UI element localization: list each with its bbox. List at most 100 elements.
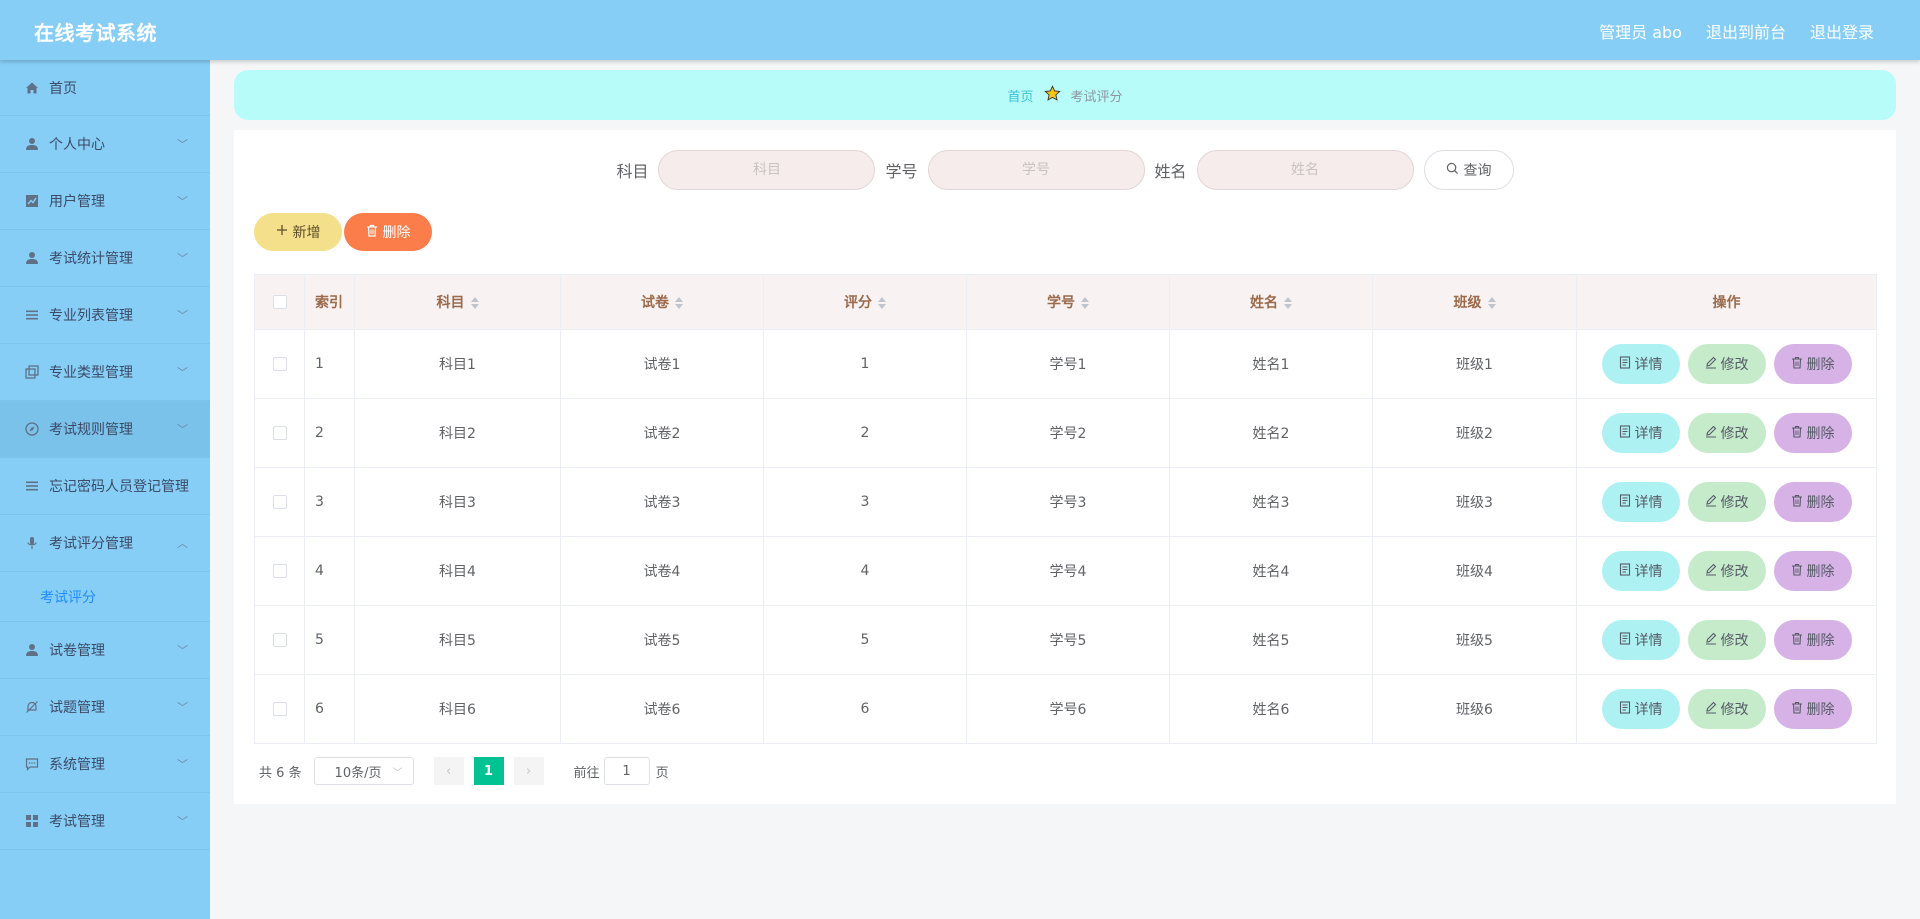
sidebar-item-major-type[interactable]: 专业类型管理 ﹀ [0,344,210,401]
goto-page-input[interactable] [603,757,650,785]
document-icon [1619,700,1631,718]
edit-button[interactable]: 修改 [1687,413,1766,453]
subject-label: 科目 [616,162,649,181]
breadcrumb-home[interactable]: 首页 [1007,86,1033,105]
list-icon [24,307,40,323]
edit-button-label: 修改 [1720,357,1749,373]
page-size-select[interactable]: 10条/页 ﹀ [313,757,414,785]
student-no-search-input[interactable] [927,150,1145,190]
name-search-input[interactable] [1196,150,1414,190]
delete-button[interactable]: 删除 [1773,413,1852,453]
search-button[interactable]: 查询 [1423,150,1514,190]
sidebar-item-label: 考试统计管理 [49,251,133,267]
cell-class: 班级1 [1372,329,1577,399]
delete-button[interactable]: 删除 [1773,620,1852,660]
sidebar-item-label: 考试管理 [49,814,105,830]
cell-student-no: 学号3 [966,467,1170,537]
sort-icon[interactable] [1284,297,1292,309]
edit-button[interactable]: 修改 [1687,620,1766,660]
sidebar-item-exam-rules[interactable]: 考试规则管理 ﹀ [0,401,210,458]
table-row: 2 科目2 试卷2 2 学号2 姓名2 班级2 详情 修改 删除 [254,398,1877,468]
column-header-subject[interactable]: 科目 [354,274,561,330]
edit-icon [1705,356,1717,373]
cell-ops: 详情 修改 删除 [1576,536,1877,606]
batch-delete-button[interactable]: 删除 [344,213,432,251]
logout-link[interactable]: 退出登录 [1810,19,1874,43]
cell-score: 5 [763,605,967,675]
sidebar-item-exam-management[interactable]: 考试管理 ﹀ [0,793,210,850]
content-panel: 科目 学号 姓名 查询 新增 删除 [234,130,1896,804]
edit-button[interactable]: 修改 [1687,689,1766,729]
sidebar-item-paper-management[interactable]: 试卷管理 ﹀ [0,622,210,679]
prev-page-button[interactable]: ‹ [433,757,464,785]
row-select-cell [254,467,305,537]
sidebar-item-major-list[interactable]: 专业列表管理 ﹀ [0,287,210,344]
app-title: 在线考试系统 [34,21,157,45]
sort-icon[interactable] [675,297,683,309]
chevron-right-icon: › [525,763,532,779]
sidebar-item-user-management[interactable]: 用户管理 ﹀ [0,173,210,230]
chevron-down-icon: ﹀ [177,366,188,379]
add-button[interactable]: 新增 [254,213,342,251]
sidebar-item-home[interactable]: 首页 [0,60,210,116]
edit-button[interactable]: 修改 [1687,551,1766,591]
table-header-row: 索引 科目 试卷 评分 学号 姓名 班级 操作 [254,274,1877,330]
detail-button[interactable]: 详情 [1601,482,1680,522]
delete-button[interactable]: 删除 [1773,551,1852,591]
edit-icon [1705,494,1717,511]
sidebar-item-forgot-password[interactable]: 忘记密码人员登记管理 [0,458,210,515]
detail-button[interactable]: 详情 [1601,689,1680,729]
search-form: 科目 学号 姓名 查询 [234,150,1896,190]
sidebar-item-exam-scoring[interactable]: 考试评分管理 ︿ [0,515,210,572]
delete-button[interactable]: 删除 [1773,344,1852,384]
back-to-front-link[interactable]: 退出到前台 [1706,19,1786,43]
row-checkbox[interactable] [272,564,287,578]
next-page-button[interactable]: › [513,757,544,785]
document-icon [1619,631,1631,649]
sidebar-subitem-exam-score[interactable]: 考试评分 [0,572,210,622]
cell-subject: 科目4 [354,536,561,606]
sidebar-item-personal-center[interactable]: 个人中心 ﹀ [0,116,210,173]
column-header-class[interactable]: 班级 [1372,274,1577,330]
edit-button[interactable]: 修改 [1687,482,1766,522]
chevron-down-icon: ﹀ [177,195,188,208]
sort-icon[interactable] [1487,297,1496,309]
cell-student-no: 学号6 [966,674,1170,744]
delete-button[interactable]: 删除 [1773,689,1852,729]
sidebar-item-system-management[interactable]: 系统管理 ﹀ [0,736,210,793]
detail-button[interactable]: 详情 [1601,344,1680,384]
column-header-score[interactable]: 评分 [763,274,967,330]
subject-search-input[interactable] [658,150,876,190]
chevron-down-icon: ﹀ [177,309,188,322]
detail-button[interactable]: 详情 [1601,551,1680,591]
column-header-student-no[interactable]: 学号 [966,274,1170,330]
search-icon [1446,162,1459,179]
sort-icon[interactable] [1081,297,1089,309]
sidebar-item-exam-stats[interactable]: 考试统计管理 ﹀ [0,230,210,287]
cell-paper: 试卷6 [560,674,764,744]
cell-name: 姓名2 [1169,398,1373,468]
row-checkbox[interactable] [272,426,287,440]
sort-icon[interactable] [878,297,886,309]
sort-icon[interactable] [470,297,479,309]
column-header-name[interactable]: 姓名 [1169,274,1373,330]
cell-name: 姓名4 [1169,536,1373,606]
row-checkbox[interactable] [272,495,287,509]
detail-button[interactable]: 详情 [1601,620,1680,660]
chevron-down-icon: ﹀ [177,815,188,828]
cell-paper: 试卷3 [560,467,764,537]
column-header-paper[interactable]: 试卷 [560,274,764,330]
total-count: 共 6 条 [259,765,302,781]
sidebar-item-question-management[interactable]: 试题管理 ﹀ [0,679,210,736]
row-checkbox[interactable] [272,702,287,716]
delete-button[interactable]: 删除 [1773,482,1852,522]
select-all-checkbox[interactable] [272,295,287,309]
page-number-current[interactable]: 1 [473,757,504,785]
page-suffix: 页 [655,765,669,781]
edit-button[interactable]: 修改 [1687,344,1766,384]
sidebar-item-label: 考试评分管理 [49,536,133,552]
detail-button[interactable]: 详情 [1601,413,1680,453]
row-checkbox[interactable] [272,357,287,371]
cell-paper: 试卷4 [560,536,764,606]
row-checkbox[interactable] [272,633,287,647]
